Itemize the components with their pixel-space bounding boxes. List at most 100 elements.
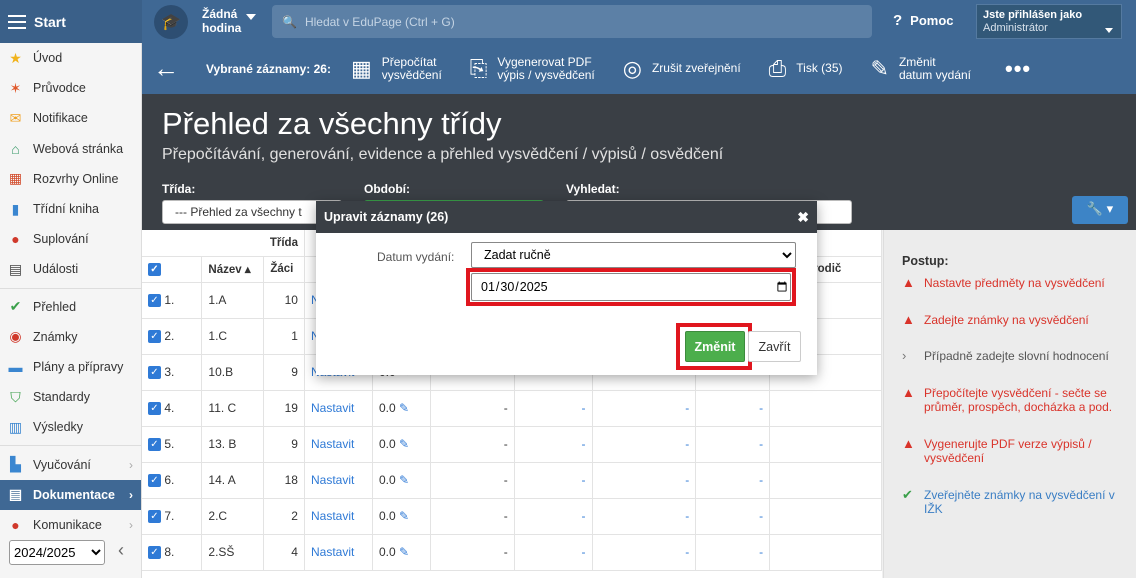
procedure-step[interactable]: ✔ Zveřejněte známky na vysvědčení v IŽK (902, 487, 1122, 517)
sidebar-item-prehled[interactable]: ✔ Přehled (0, 292, 141, 322)
procedure-step[interactable]: ▲ Nastavte předměty na vysvědčení (902, 275, 1122, 291)
cell-dash-link[interactable]: - (592, 426, 697, 463)
sidebar-item-komunikace[interactable]: ● Komunikace › (0, 510, 141, 540)
sidebar-item-dokumentace[interactable]: ▤ Dokumentace › (0, 479, 141, 510)
cell-dash-link[interactable]: - (592, 462, 697, 499)
average-value[interactable]: 0.0 ✎ (372, 390, 431, 427)
class-filter-select[interactable]: --- Přehled za všechny t (162, 200, 342, 224)
more-options-icon[interactable]: ••• (1005, 56, 1031, 82)
row-checkbox[interactable]: ✓ 7. (142, 498, 203, 535)
caret-down-icon[interactable] (246, 14, 256, 20)
average-value[interactable]: 0.0 ✎ (372, 534, 431, 571)
sidebar-item-rozvrhy-online[interactable]: ▦ Rozvrhy Online (0, 164, 141, 194)
row-checkbox[interactable]: ✓ 4. (142, 390, 203, 427)
row-checkbox[interactable]: ✓ 3. (142, 354, 203, 391)
sidebar-item-notifikace[interactable]: ✉ Notifikace (0, 103, 141, 133)
set-link[interactable]: Nastavit (304, 534, 373, 571)
tools-button[interactable]: 🔧 ▾ (1072, 196, 1128, 224)
pencil-icon: ✎ (398, 545, 410, 559)
current-hour-selector[interactable]: Žádná hodina (202, 7, 241, 35)
sidebar-item-znamky[interactable]: ◉ Známky (0, 322, 141, 352)
issue-date-input[interactable] (471, 273, 791, 301)
procedure-step[interactable]: ▲ Vygenerujte PDF verze výpisů / vysvědče… (902, 436, 1122, 466)
school-year-select[interactable]: 2024/2025 (9, 540, 105, 565)
row-checkbox[interactable]: ✓ 6. (142, 462, 203, 499)
change-issue-date-button[interactable]: ✎ Změnit datum vydání (871, 55, 971, 82)
search-filter-label: Vyhledat: (566, 182, 620, 196)
set-link[interactable]: Nastavit (304, 426, 373, 463)
row-checkbox[interactable]: ✓ 1. (142, 282, 203, 319)
table-row[interactable]: ✓ 7. 2.C 2 Nastavit 0.0 ✎ - - - - (142, 498, 882, 535)
start-menu-button[interactable]: Start (0, 0, 142, 43)
cell-dash-link[interactable]: - (695, 498, 771, 535)
date-mode-select[interactable]: Zadat ručně (471, 242, 796, 268)
cell-dash-link[interactable]: - (592, 498, 697, 535)
recalculate-button[interactable]: ▦ Přepočítat vysvědčení (351, 55, 442, 82)
sidebar-item-suplovani[interactable]: ● Suplování (0, 224, 141, 254)
close-dialog-button[interactable]: Zavřít (748, 331, 801, 362)
table-row[interactable]: ✓ 4. 11. C 19 Nastavit 0.0 ✎ - - - - (142, 390, 882, 427)
sidebar-item-pruvodce[interactable]: ✶ Průvodce (0, 73, 141, 103)
chevron-right-icon: › (129, 487, 133, 502)
global-search: 🔍 (272, 5, 872, 38)
class-name: 2.SŠ (201, 534, 265, 571)
procedure-step[interactable]: ▲ Přepočítejte vysvědčení - sečte se prům… (902, 385, 1122, 415)
search-input[interactable] (304, 14, 865, 29)
sidebar-item-standardy[interactable]: ⛉ Standardy (0, 382, 141, 412)
col-name-header[interactable]: Název ▴ (201, 256, 265, 283)
average-value[interactable]: 0.0 ✎ (372, 498, 431, 535)
cell-dash-link[interactable]: - (514, 498, 593, 535)
collapse-sidebar-icon[interactable]: ‹ (118, 540, 124, 561)
procedure-step[interactable]: › Případně zadejte slovní hodnocení (902, 348, 1122, 364)
generate-pdf-button[interactable]: ⎘ Vygenerovat PDF výpis / vysvědčení (470, 55, 595, 82)
cell-dash-link[interactable]: - (695, 426, 771, 463)
edit-records-dialog: Upravit záznamy (26) ✖ Datum vydání: Zad… (316, 201, 817, 375)
set-link[interactable]: Nastavit (304, 390, 373, 427)
pupil-count: 18 (263, 462, 305, 499)
select-all-checkbox[interactable]: ✓ (142, 256, 203, 283)
sidebar-item-tridni-kniha[interactable]: ▮ Třídní kniha (0, 194, 141, 224)
table-row[interactable]: ✓ 5. 13. B 9 Nastavit 0.0 ✎ - - - - (142, 426, 882, 463)
sidebar-item-plany-a-pripravy[interactable]: ▬ Plány a přípravy (0, 352, 141, 382)
set-link[interactable]: Nastavit (304, 498, 373, 535)
chevron-right-icon: › (129, 457, 133, 472)
cell-dash: - (430, 462, 515, 499)
cell-dash-link[interactable]: - (695, 462, 771, 499)
set-link[interactable]: Nastavit (304, 462, 373, 499)
row-checkbox[interactable]: ✓ 8. (142, 534, 203, 571)
average-value[interactable]: 0.0 ✎ (372, 462, 431, 499)
dialog-title: Upravit záznamy (26) (324, 210, 449, 224)
change-button[interactable]: Změnit (685, 331, 745, 362)
row-checkbox[interactable]: ✓ 5. (142, 426, 203, 463)
table-row[interactable]: ✓ 6. 14. A 18 Nastavit 0.0 ✎ - - - - (142, 462, 882, 499)
procedure-step[interactable]: ▲ Zadejte známky na vysvědčení (902, 312, 1122, 328)
cell-dash-link[interactable]: - (695, 534, 771, 571)
sidebar-item-vyucovani[interactable]: ▙ Vyučování › (0, 449, 141, 479)
row-checkbox[interactable]: ✓ 2. (142, 318, 203, 355)
cell-dash-link[interactable]: - (514, 426, 593, 463)
cell-dash-link[interactable]: - (592, 390, 697, 427)
issue-date-label: Datum vydání: (377, 250, 455, 264)
sidebar-item-udalosti[interactable]: ▤ Události (0, 254, 141, 284)
procedure-panel: Postup: ▲ Nastavte předměty na vysvědčení… (883, 230, 1136, 578)
graduation-cap-icon[interactable]: 🎓 (154, 5, 188, 39)
unpublish-button[interactable]: ◎ Zrušit zveřejnění (623, 58, 741, 80)
back-arrow-icon[interactable]: ← (142, 43, 190, 94)
cell-dash-link[interactable]: - (592, 534, 697, 571)
check-circle-icon: ✔ (9, 298, 22, 315)
close-icon[interactable]: ✖ (797, 209, 809, 226)
cell-dash-link[interactable]: - (514, 390, 593, 427)
cell-dash-link[interactable]: - (514, 462, 593, 499)
grid-icon: ▦ (8, 170, 23, 187)
user-menu[interactable]: Jste přihlášen jako Administrátor (976, 4, 1122, 39)
cell-dash-link[interactable]: - (514, 534, 593, 571)
sidebar-item-vysledky[interactable]: ▥ Výsledky (0, 412, 141, 442)
help-button[interactable]: ? Pomoc (893, 12, 954, 29)
table-row[interactable]: ✓ 8. 2.SŠ 4 Nastavit 0.0 ✎ - - - - (142, 534, 882, 571)
pencil-icon: ✎ (398, 437, 410, 451)
sidebar-item-webova-stranka[interactable]: ⌂ Webová stránka (0, 134, 141, 164)
sidebar-item-uvod[interactable]: ★ Úvod (0, 43, 141, 73)
print-button[interactable]: ⎙ Tisk (35) (769, 58, 843, 80)
cell-dash-link[interactable]: - (695, 390, 771, 427)
average-value[interactable]: 0.0 ✎ (372, 426, 431, 463)
